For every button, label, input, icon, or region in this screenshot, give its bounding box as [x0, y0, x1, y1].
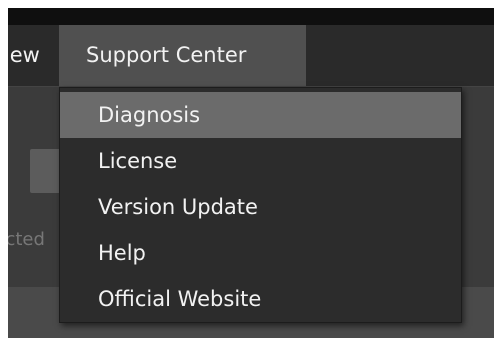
menu-item-support-center[interactable]: Support Center	[59, 25, 306, 86]
menu-option-diagnosis-label: Diagnosis	[98, 103, 201, 127]
menu-option-official-website[interactable]: Official Website	[60, 276, 461, 322]
menu-item-view-label: View	[8, 43, 40, 67]
menu-option-help-label: Help	[98, 241, 146, 265]
menu-option-license-label: License	[98, 149, 178, 173]
menu-option-diagnosis[interactable]: Diagnosis	[60, 92, 461, 138]
menu-option-help[interactable]: Help	[60, 230, 461, 276]
menu-option-version-update[interactable]: Version Update	[60, 184, 461, 230]
menu-bar: View Support Center	[8, 25, 494, 87]
menu-item-support-center-label: Support Center	[86, 43, 247, 67]
menu-option-license[interactable]: License	[60, 138, 461, 184]
app-window: View Support Center Connected Diagnosis …	[8, 8, 494, 338]
title-bar	[8, 8, 494, 25]
support-center-dropdown-menu: Diagnosis License Version Update Help Of…	[59, 87, 462, 323]
menu-item-view[interactable]: View	[8, 25, 50, 86]
menu-option-version-update-label: Version Update	[98, 195, 258, 219]
menu-option-official-website-label: Official Website	[98, 287, 262, 311]
